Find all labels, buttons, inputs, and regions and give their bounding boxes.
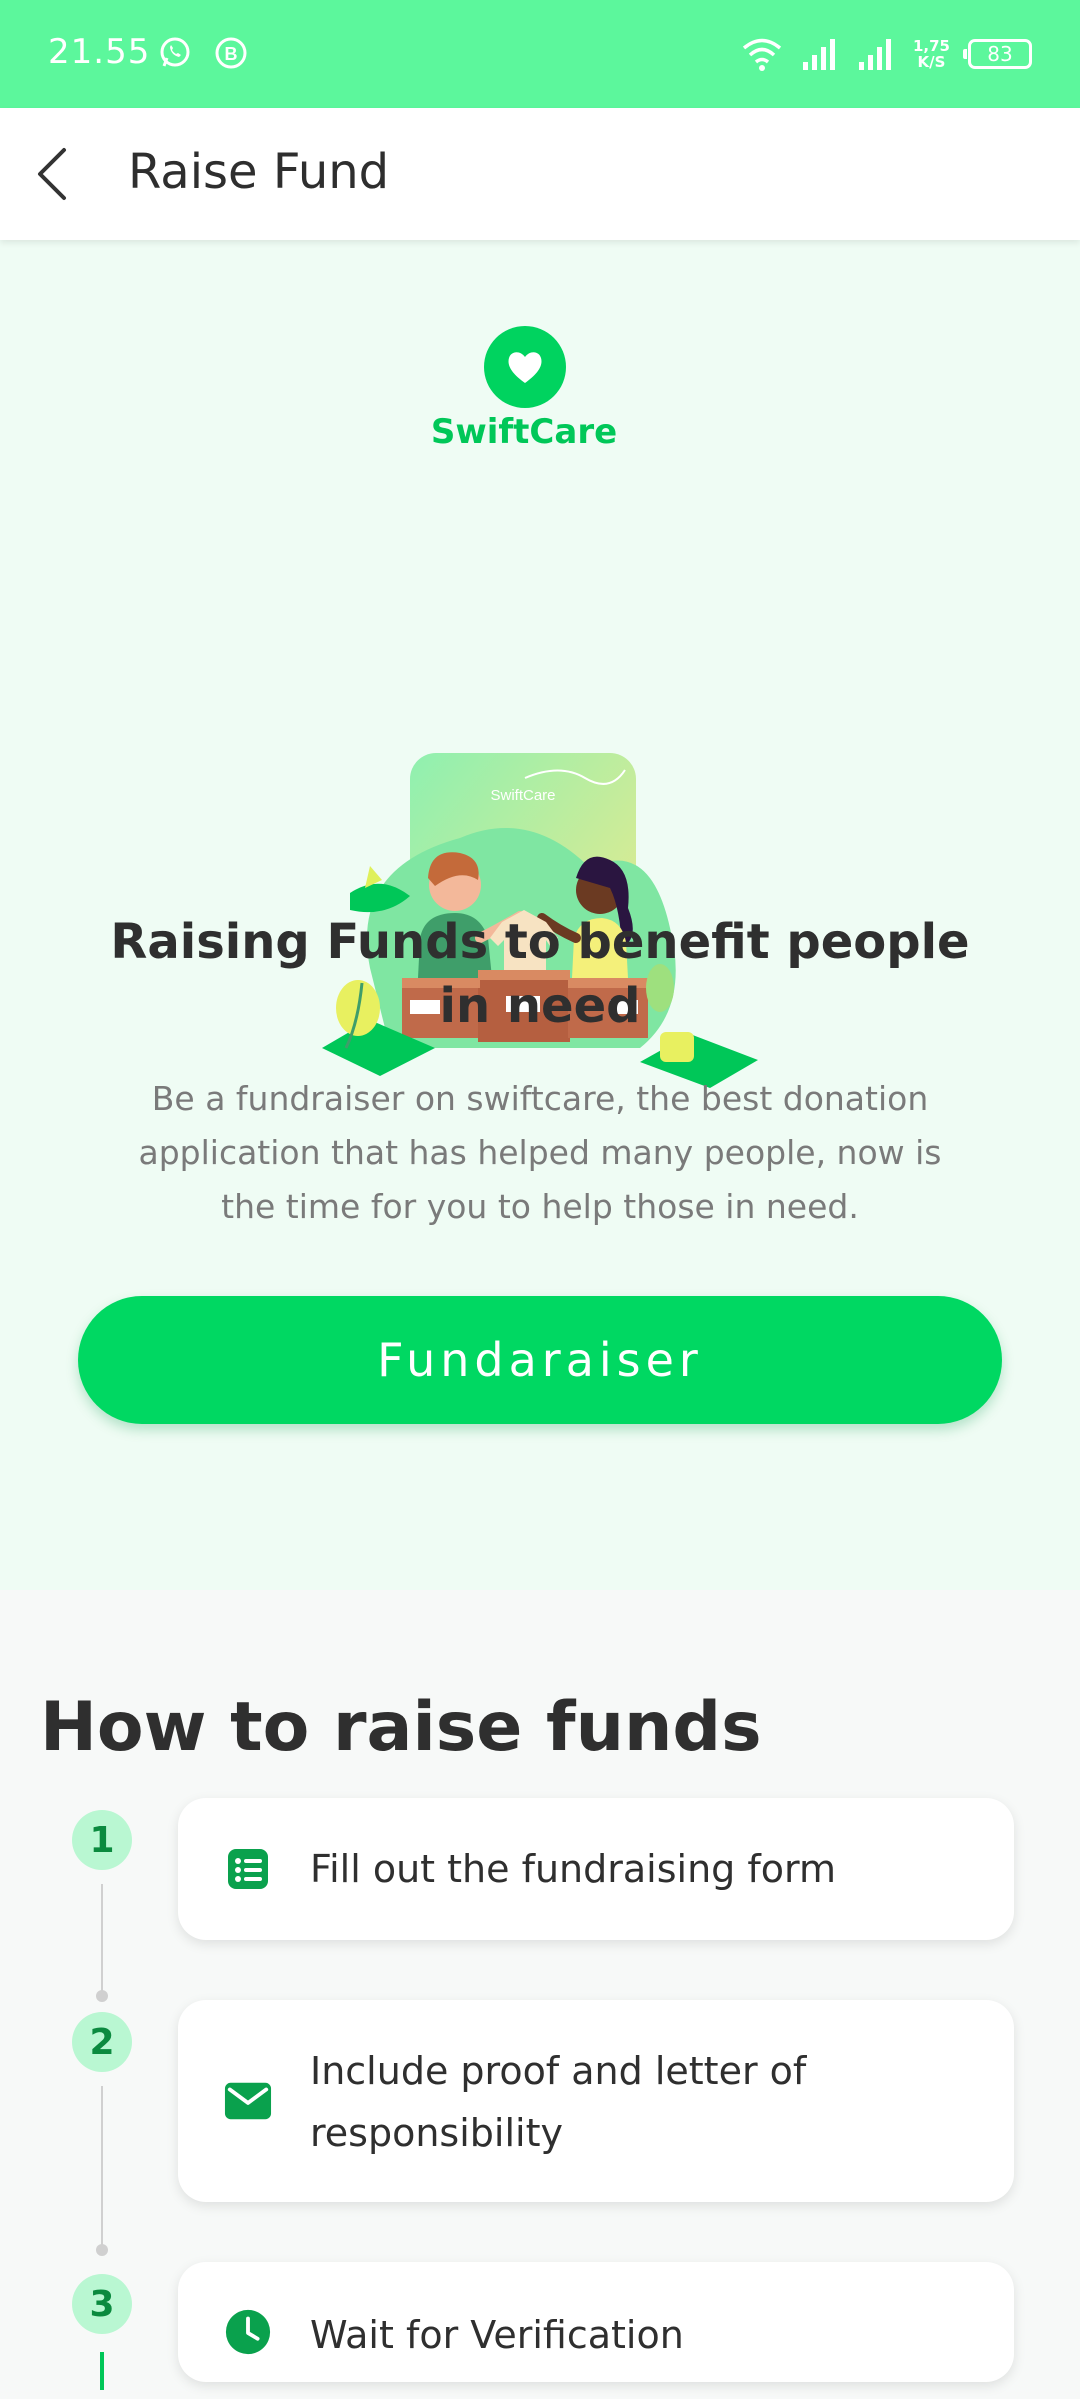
svg-text:B: B bbox=[225, 44, 238, 64]
clock-icon bbox=[224, 2308, 272, 2356]
back-button[interactable] bbox=[22, 144, 82, 204]
how-to-title: How to raise funds bbox=[40, 1688, 762, 1767]
signal-icon-2 bbox=[858, 39, 891, 70]
step-connector-2 bbox=[101, 2086, 103, 2246]
battery-indicator: 83 bbox=[963, 39, 1032, 69]
network-speed-unit: K/S bbox=[917, 53, 946, 71]
step-label-1: Fill out the fundraising form bbox=[310, 1847, 836, 1891]
step-number-2: 2 bbox=[72, 2012, 132, 2072]
step-number-1: 1 bbox=[72, 1810, 132, 1870]
swiftcare-logo bbox=[484, 326, 566, 408]
network-speed: 1,75 K/S bbox=[913, 38, 950, 70]
status-indicators: 1,75 K/S 83 bbox=[741, 30, 1032, 78]
envelope-icon bbox=[224, 2077, 272, 2125]
whatsapp-icon bbox=[160, 37, 190, 67]
step-connector-dot-1 bbox=[96, 1990, 108, 2002]
page-title: Raise Fund bbox=[128, 144, 390, 200]
app-bar: Raise Fund bbox=[0, 108, 1080, 240]
hero-description: Be a fundraiser on swiftcare, the best d… bbox=[138, 1079, 942, 1226]
step-connector-3 bbox=[100, 2352, 104, 2390]
status-bar: 21.55 B 1,75 K/S 83 bbox=[0, 0, 1080, 108]
wifi-icon bbox=[742, 38, 782, 71]
heart-icon bbox=[508, 352, 542, 383]
step-label-2: Include proof and letter of responsibili… bbox=[310, 2049, 807, 2155]
status-time: 21.55 bbox=[48, 32, 151, 72]
illustration-sign: SwiftCare bbox=[490, 787, 555, 804]
form-list-icon bbox=[224, 1845, 272, 1893]
network-speed-value: 1,75 bbox=[912, 37, 950, 55]
hero-heading: Raising Funds to benefit people in need bbox=[110, 914, 970, 1034]
step-connector-dot-2 bbox=[96, 2244, 108, 2256]
step-number-3: 3 bbox=[72, 2274, 132, 2334]
step-connector-1 bbox=[101, 1884, 103, 1992]
brand-name: SwiftCare bbox=[430, 412, 618, 452]
b-app-icon: B bbox=[215, 37, 247, 69]
hero-section: SwiftCare SwiftCare Raising Funds to ben… bbox=[0, 240, 1080, 1590]
step-label-3: Wait for Verification bbox=[310, 2313, 684, 2357]
fundraiser-button[interactable]: Fundaraiser bbox=[78, 1296, 1002, 1424]
battery-level: 83 bbox=[987, 42, 1013, 66]
chevron-left-icon bbox=[38, 148, 66, 200]
step-card-2[interactable]: Include proof and letter of responsibili… bbox=[178, 2000, 1014, 2202]
signal-icon-1 bbox=[802, 39, 835, 70]
step-card-1[interactable]: Fill out the fundraising form bbox=[178, 1798, 1014, 1940]
step-card-3[interactable]: Wait for Verification bbox=[178, 2262, 1014, 2382]
